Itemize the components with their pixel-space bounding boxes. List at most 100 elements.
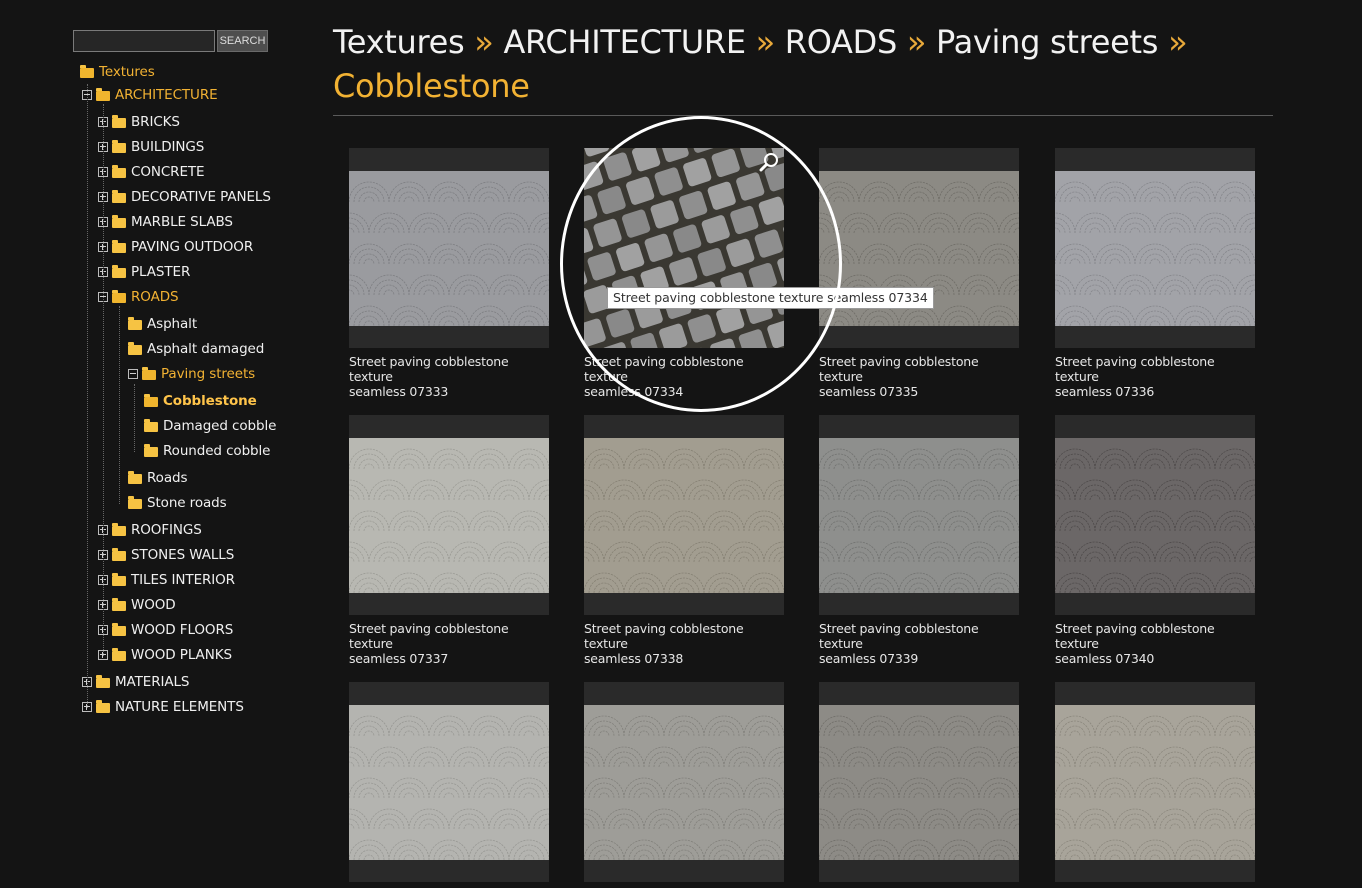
folder-icon xyxy=(112,626,126,636)
tree-item-roads[interactable]: Roads xyxy=(128,468,187,488)
texture-card[interactable]: Street paving cobblestone textureseamles… xyxy=(819,415,1019,666)
texture-card[interactable]: Street paving cobblestone textureseamles… xyxy=(1055,148,1255,399)
tree-item-rounded-cobble[interactable]: Rounded cobble xyxy=(144,441,270,461)
tree-item-concrete[interactable]: CONCRETE xyxy=(98,162,204,182)
tree-item-label: WOOD FLOORS xyxy=(131,622,233,638)
breadcrumb-separator: » xyxy=(474,23,493,61)
texture-caption[interactable]: Street paving cobblestone textureseamles… xyxy=(819,621,1019,666)
tree-item-wood-floors[interactable]: WOOD FLOORS xyxy=(98,620,233,640)
search-input[interactable] xyxy=(73,30,215,52)
texture-thumbnail[interactable] xyxy=(1055,682,1255,882)
tree-item-architecture[interactable]: ARCHITECTURE xyxy=(82,85,218,105)
tree-item-marble-slabs[interactable]: MARBLE SLABS xyxy=(98,212,233,232)
cobblestone-closeup-image xyxy=(584,148,784,348)
texture-caption[interactable]: Street paving cobblestone textureseamles… xyxy=(349,354,549,399)
folder-icon xyxy=(112,526,126,536)
cobblestone-fan-image xyxy=(584,705,784,860)
texture-card[interactable]: Street paving cobblestone textureseamles… xyxy=(349,415,549,666)
tree-item-materials[interactable]: MATERIALS xyxy=(82,672,189,692)
cobblestone-fan-image xyxy=(819,438,1019,593)
texture-caption[interactable]: Street paving cobblestone textureseamles… xyxy=(349,621,549,666)
tree-item-label: STONES WALLS xyxy=(131,547,234,563)
tree-item-decorative-panels[interactable]: DECORATIVE PANELS xyxy=(98,187,271,207)
texture-card[interactable]: Street paving cobblestone textureseamles… xyxy=(1055,415,1255,666)
tree-item-label: PAVING OUTDOOR xyxy=(131,239,253,255)
texture-thumbnail[interactable] xyxy=(584,148,784,348)
texture-thumbnail[interactable] xyxy=(819,415,1019,615)
tree-item-buildings[interactable]: BUILDINGS xyxy=(98,137,204,157)
texture-caption[interactable]: Street paving cobblestone textureseamles… xyxy=(819,354,1019,399)
texture-caption[interactable]: Street paving cobblestone textureseamles… xyxy=(1055,354,1255,399)
tree-item-stones-walls[interactable]: STONES WALLS xyxy=(98,545,234,565)
texture-thumbnail[interactable] xyxy=(1055,415,1255,615)
cobblestone-fan-image xyxy=(1055,705,1255,860)
texture-card[interactable] xyxy=(349,682,549,888)
texture-caption[interactable]: Street paving cobblestone textureseamles… xyxy=(1055,621,1255,666)
folder-icon xyxy=(128,345,142,355)
tree-item-plaster[interactable]: PLASTER xyxy=(98,262,190,282)
texture-thumbnail[interactable] xyxy=(349,415,549,615)
tree-item-paving-streets[interactable]: Paving streets xyxy=(128,364,255,384)
tree-item-wood-planks[interactable]: WOOD PLANKS xyxy=(98,645,232,665)
texture-thumbnail[interactable] xyxy=(349,682,549,882)
texture-caption[interactable]: Street paving cobblestone textureseamles… xyxy=(584,621,784,666)
breadcrumb-separator: » xyxy=(756,23,775,61)
tree-item-textures[interactable]: Textures xyxy=(80,62,155,82)
cobblestone-fan-image xyxy=(819,705,1019,860)
tree-item-cobblestone[interactable]: Cobblestone xyxy=(144,391,257,411)
breadcrumb-roads[interactable]: ROADS xyxy=(785,23,897,61)
texture-card[interactable] xyxy=(584,682,784,888)
tree-item-label: ARCHITECTURE xyxy=(115,87,218,103)
texture-card[interactable] xyxy=(1055,682,1255,888)
breadcrumb-architecture[interactable]: ARCHITECTURE xyxy=(503,23,745,61)
tree-item-asphalt-damaged[interactable]: Asphalt damaged xyxy=(128,339,264,359)
tree-item-paving-outdoor[interactable]: PAVING OUTDOOR xyxy=(98,237,253,257)
folder-open-icon xyxy=(144,397,158,407)
texture-thumbnail[interactable] xyxy=(349,148,549,348)
tree-item-label: CONCRETE xyxy=(131,164,204,180)
tree-item-label: Damaged cobble xyxy=(163,418,276,434)
texture-card[interactable]: Street paving cobblestone textureseamles… xyxy=(584,148,784,399)
tree-item-label: DECORATIVE PANELS xyxy=(131,189,271,205)
tree-item-label: WOOD PLANKS xyxy=(131,647,232,663)
tree-item-bricks[interactable]: BRICKS xyxy=(98,112,180,132)
breadcrumb-paving-streets[interactable]: Paving streets xyxy=(936,23,1158,61)
texture-thumbnail[interactable] xyxy=(584,682,784,882)
texture-caption[interactable]: Street paving cobblestone textureseamles… xyxy=(584,354,784,399)
tree-item-damaged-cobble[interactable]: Damaged cobble xyxy=(144,416,276,436)
tree-connector xyxy=(103,104,104,656)
folder-icon xyxy=(112,243,126,253)
tree-item-roads[interactable]: ROADS xyxy=(98,287,178,307)
folder-icon xyxy=(144,422,158,432)
tree-item-tiles-interior[interactable]: TILES INTERIOR xyxy=(98,570,235,590)
texture-thumbnail[interactable] xyxy=(819,148,1019,348)
caption-line: Street paving cobblestone texture xyxy=(349,621,549,651)
texture-card[interactable]: Street paving cobblestone textureseamles… xyxy=(584,415,784,666)
page-title: Textures » ARCHITECTURE » ROADS » Paving… xyxy=(333,20,1273,108)
tree-item-asphalt[interactable]: Asphalt xyxy=(128,314,197,334)
texture-card[interactable]: Street paving cobblestone textureseamles… xyxy=(819,148,1019,399)
tree-item-label: NATURE ELEMENTS xyxy=(115,699,244,715)
texture-card[interactable] xyxy=(819,682,1019,888)
tree-item-label: Textures xyxy=(99,64,155,80)
folder-icon xyxy=(96,703,110,713)
texture-thumbnail[interactable] xyxy=(819,682,1019,882)
tree-item-stone-roads[interactable]: Stone roads xyxy=(128,493,227,513)
caption-line: seamless 07340 xyxy=(1055,651,1255,666)
zoom-icon[interactable] xyxy=(758,152,780,174)
texture-thumbnail[interactable] xyxy=(1055,148,1255,348)
search-button[interactable]: SEARCH xyxy=(217,30,268,52)
folder-icon xyxy=(128,499,142,509)
tree-item-wood[interactable]: WOOD xyxy=(98,595,176,615)
texture-card[interactable]: Street paving cobblestone textureseamles… xyxy=(349,148,549,399)
texture-thumbnail[interactable] xyxy=(584,415,784,615)
collapse-icon[interactable] xyxy=(128,369,138,379)
tree-item-label: MATERIALS xyxy=(115,674,189,690)
tree-item-label: Cobblestone xyxy=(163,393,257,409)
caption-line: seamless 07333 xyxy=(349,384,549,399)
breadcrumb-textures[interactable]: Textures xyxy=(333,23,464,61)
tree-item-roofings[interactable]: ROOFINGS xyxy=(98,520,202,540)
tree-item-nature-elements[interactable]: NATURE ELEMENTS xyxy=(82,697,244,717)
folder-icon xyxy=(96,678,110,688)
folder-icon xyxy=(112,268,126,278)
